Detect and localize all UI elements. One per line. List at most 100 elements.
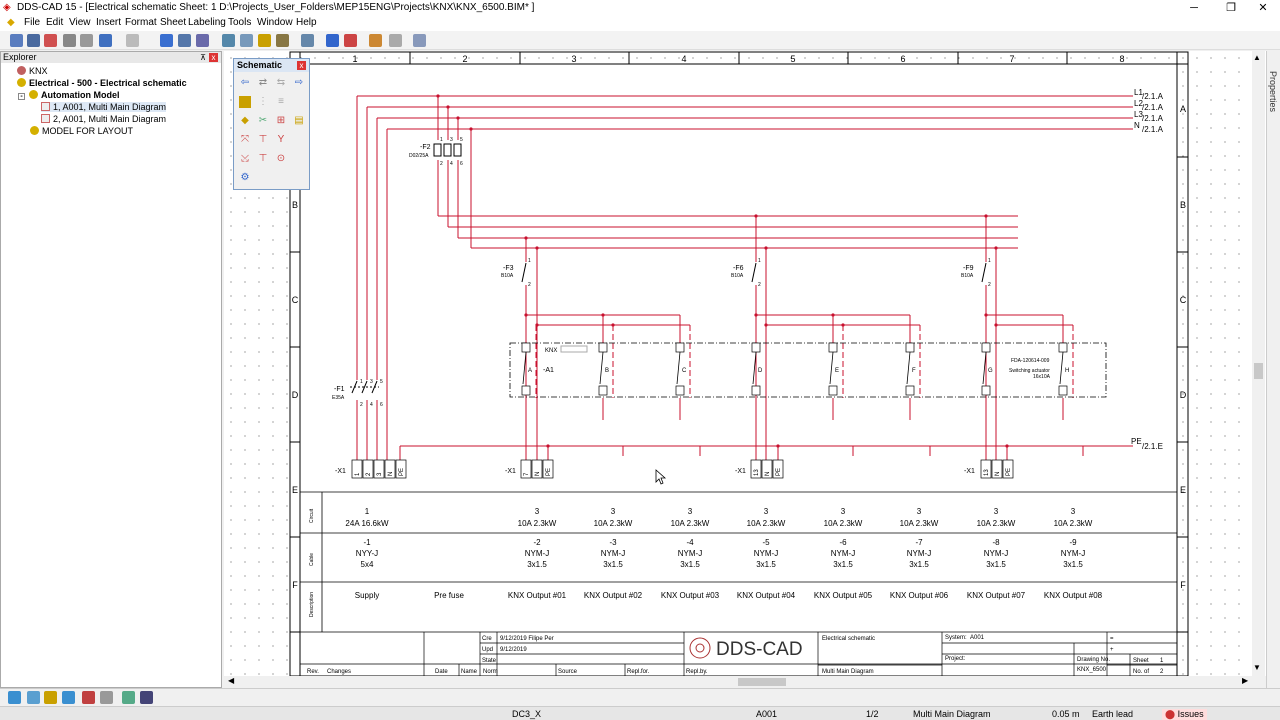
grid-icon[interactable]: ⋮ <box>257 96 269 108</box>
channel-terminal[interactable] <box>828 385 838 396</box>
tree-item-model-for-layout[interactable]: MODEL FOR LAYOUT <box>30 126 133 136</box>
channel-terminal[interactable] <box>981 342 991 353</box>
layers-icon[interactable] <box>258 34 271 47</box>
channel-terminal[interactable] <box>1058 385 1068 396</box>
window-icon[interactable] <box>240 34 253 47</box>
drawing-canvas[interactable]: 1 2 3 4 5 6 7 8 A A B B C C D D E E F F <box>224 51 1267 676</box>
osnap-icon[interactable] <box>62 691 75 704</box>
schematic-drawing[interactable]: 1 2 3 4 5 6 7 8 A A B B C C D D E E F F <box>224 51 1267 676</box>
menu-insert[interactable]: Insert <box>96 17 121 28</box>
collapse-icon[interactable]: - <box>18 93 25 100</box>
wire-icon[interactable]: ✂ <box>257 115 269 127</box>
menu-format[interactable]: Format <box>125 17 157 28</box>
snap-icon[interactable] <box>8 691 21 704</box>
arrow-left-icon[interactable]: ⇦ <box>239 77 251 89</box>
vertical-scroll-thumb[interactable] <box>1254 363 1263 379</box>
channel-terminal[interactable] <box>598 342 608 353</box>
menu-view[interactable]: View <box>69 17 91 28</box>
ortho-icon[interactable] <box>44 691 57 704</box>
explorer-close-icon[interactable]: x <box>209 53 218 62</box>
cross2-icon[interactable]: ⤩ <box>239 153 251 165</box>
channel-terminal[interactable] <box>751 385 761 396</box>
table-icon[interactable] <box>239 96 251 108</box>
tree-item-sheet-1[interactable]: 1, A001, Multi Main Diagram <box>41 102 167 112</box>
tree-item-sheet-2[interactable]: 2, A001, Multi Main Diagram <box>41 114 166 124</box>
undo-icon[interactable] <box>99 34 112 47</box>
save-icon[interactable] <box>27 34 40 47</box>
menu-sheet[interactable]: Sheet <box>160 17 186 28</box>
refresh-icon[interactable] <box>301 34 314 47</box>
list-icon[interactable]: ≡ <box>275 96 287 108</box>
link-icon[interactable]: ⇄ <box>257 77 269 89</box>
cable-icon[interactable]: ▤ <box>293 115 305 127</box>
scroll-right-icon[interactable]: ▶ <box>1242 676 1248 685</box>
terminal-icon[interactable]: ⊞ <box>275 115 287 127</box>
new-icon[interactable] <box>10 34 23 47</box>
circuit-column[interactable]: Pre fuse <box>434 591 464 600</box>
cross-icon[interactable]: ⤧ <box>239 134 251 146</box>
screen-icon[interactable] <box>413 34 426 47</box>
vertical-scrollbar[interactable]: ▲ ▼ <box>1252 51 1265 676</box>
menu-tools[interactable]: Tools <box>228 17 251 28</box>
horizontal-scrollbar[interactable]: ◀ ▶ <box>224 676 1254 688</box>
render-icon[interactable] <box>276 34 289 47</box>
channel-terminal[interactable] <box>905 385 915 396</box>
print-icon[interactable] <box>80 34 93 47</box>
bus-ref[interactable]: /2.1.A <box>1142 125 1164 134</box>
tree-item-knx[interactable]: KNX <box>17 66 48 76</box>
bus-ref[interactable]: /2.1.A <box>1142 92 1164 101</box>
minimize-button[interactable]: ─ <box>1177 0 1211 16</box>
channel-terminal[interactable] <box>675 342 685 353</box>
menu-labeling[interactable]: Labeling <box>188 17 226 28</box>
zoom-icon[interactable] <box>196 34 209 47</box>
scroll-down-icon[interactable]: ▼ <box>1253 663 1261 672</box>
channel-terminal[interactable] <box>598 385 608 396</box>
channel-terminal[interactable] <box>828 342 838 353</box>
properties-tab[interactable]: Properties <box>1266 51 1280 688</box>
close-view-icon[interactable] <box>140 691 153 704</box>
tee2-icon[interactable]: ⊤ <box>257 153 269 165</box>
pe-ref[interactable]: /2.1.E <box>1142 442 1163 451</box>
redo-icon[interactable] <box>126 34 139 47</box>
channel-terminal[interactable] <box>905 342 915 353</box>
layers-toggle-icon[interactable] <box>82 691 95 704</box>
branch-icon[interactable]: Y <box>275 134 287 146</box>
scroll-up-icon[interactable]: ▲ <box>1253 53 1261 62</box>
tree-item-electrical[interactable]: Electrical - 500 - Electrical schematic <box>17 78 187 88</box>
save-all-icon[interactable] <box>44 34 57 47</box>
schematic-palette-header[interactable]: Schematic x <box>234 59 309 72</box>
menu-help[interactable]: Help <box>296 17 317 28</box>
help-pointer-icon[interactable] <box>326 34 339 47</box>
channel-terminal[interactable] <box>751 342 761 353</box>
issues-button[interactable]: ⬤ Issues <box>1162 709 1207 720</box>
close-button[interactable]: ✕ <box>1246 0 1280 16</box>
grid-toggle-icon[interactable] <box>27 691 40 704</box>
channel-terminal[interactable] <box>981 385 991 396</box>
node-icon[interactable]: ⊙ <box>275 153 287 165</box>
scroll-left-icon[interactable]: ◀ <box>228 676 234 685</box>
channel-terminal[interactable] <box>521 385 531 396</box>
bus-ref[interactable]: /2.1.A <box>1142 103 1164 112</box>
select-icon[interactable] <box>160 34 173 47</box>
pan-icon[interactable] <box>178 34 191 47</box>
bus-ref[interactable]: /2.1.A <box>1142 114 1164 123</box>
coords-icon[interactable] <box>100 691 113 704</box>
restore-button[interactable]: ❐ <box>1214 0 1248 16</box>
unlink-icon[interactable]: ⇆ <box>275 77 287 89</box>
tee-icon[interactable]: ⊤ <box>257 134 269 146</box>
channel-terminal[interactable] <box>675 385 685 396</box>
model-icon[interactable] <box>122 691 135 704</box>
component-icon[interactable]: ◆ <box>239 115 251 127</box>
channel-terminal[interactable] <box>521 342 531 353</box>
schematic-close-icon[interactable]: x <box>297 61 306 70</box>
app-menu-icon[interactable]: ◆ <box>7 17 15 28</box>
doc-icon[interactable] <box>389 34 402 47</box>
menu-edit[interactable]: Edit <box>46 17 63 28</box>
pick-icon[interactable] <box>344 34 357 47</box>
channel-terminal[interactable] <box>1058 342 1068 353</box>
print-preview-icon[interactable] <box>63 34 76 47</box>
tree-item-automation-model[interactable]: - Automation Model <box>18 90 120 100</box>
settings-icon[interactable]: ⚙ <box>239 172 251 184</box>
arrow-right-icon[interactable]: ⇨ <box>293 77 305 89</box>
pin-icon[interactable]: ⊼ <box>200 52 206 63</box>
